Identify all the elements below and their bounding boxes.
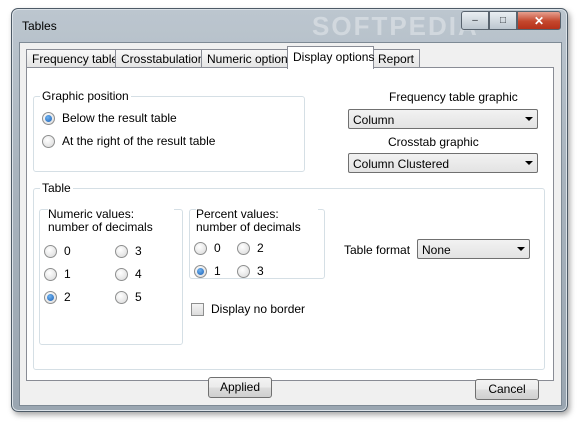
radio-button[interactable] [115, 244, 128, 258]
radio-button[interactable] [237, 264, 250, 278]
radio-right-of-result-table[interactable]: At the right of the result table [42, 134, 215, 148]
radio-button[interactable] [42, 134, 55, 148]
tab-label: Numeric options [207, 52, 294, 66]
radio-label: 2 [64, 290, 71, 304]
radio-label: 4 [135, 267, 142, 281]
crosstab-graphic-select[interactable]: Column Clustered [348, 153, 538, 173]
percent-values-group: Percent values: number of decimals 0 1 2… [189, 208, 325, 279]
minimize-icon: – [472, 15, 478, 26]
radio-button[interactable] [194, 241, 207, 255]
applied-button[interactable]: Applied [208, 377, 272, 398]
minimize-button[interactable]: – [461, 11, 489, 30]
maximize-button[interactable]: □ [489, 11, 517, 30]
tab-display-options[interactable]: Display options [287, 46, 374, 69]
tab-numeric-options[interactable]: Numeric options [201, 49, 294, 68]
frequency-graphic-select[interactable]: Column [348, 109, 538, 129]
numeric-decimals-3[interactable]: 3 [115, 244, 142, 258]
chevron-down-icon [525, 161, 533, 165]
radio-label: 0 [64, 244, 71, 258]
checkbox-label: Display no border [211, 302, 306, 316]
maximize-icon: □ [499, 15, 507, 26]
tab-label: Frequency table [32, 52, 119, 66]
numeric-values-label: Numeric values: number of decimals [48, 208, 174, 234]
percent-values-label: Percent values: number of decimals [196, 208, 318, 234]
tab-label: Display options [293, 50, 375, 64]
crosstab-graphic-label: Crosstab graphic [388, 135, 479, 149]
tab-report[interactable]: Report [372, 49, 420, 68]
radio-below-result-table[interactable]: Below the result table [42, 111, 177, 125]
radio-button[interactable] [42, 111, 55, 125]
graphic-position-label: Graphic position [40, 89, 131, 103]
watermark: SOFTPEDIA [312, 11, 479, 41]
table-format-label: Table format [344, 243, 411, 257]
tab-crosstabulation[interactable]: Crosstabulation [115, 49, 205, 68]
cancel-button[interactable]: Cancel [475, 379, 539, 400]
table-format-value: None [422, 243, 451, 257]
table-format-select[interactable]: None [417, 239, 530, 259]
tables-dialog: Tables SOFTPEDIA – □ ✕ Frequency table C… [11, 8, 568, 412]
radio-button[interactable] [44, 290, 57, 304]
numeric-values-group: Numeric values: number of decimals 0 1 2… [39, 208, 183, 345]
radio-button[interactable] [115, 267, 128, 281]
percent-decimals-1[interactable]: 1 [194, 264, 221, 278]
dialog-client-area: Frequency table Crosstabulation Numeric … [19, 42, 562, 406]
radio-button[interactable] [44, 267, 57, 281]
display-no-border-checkbox[interactable]: Display no border [191, 302, 305, 316]
tab-label: Crosstabulation [121, 52, 205, 66]
table-group-label: Table [40, 181, 73, 195]
display-options-panel: Graphic position Below the result table … [26, 67, 554, 381]
radio-label: At the right of the result table [62, 134, 216, 148]
title-bar[interactable]: Tables SOFTPEDIA – □ ✕ [12, 9, 567, 41]
window-title: Tables [22, 19, 57, 33]
tab-label: Report [378, 52, 415, 66]
close-icon: ✕ [533, 13, 545, 28]
percent-decimals-3[interactable]: 3 [237, 264, 264, 278]
percent-decimals-2[interactable]: 2 [237, 241, 264, 255]
radio-label: 1 [214, 264, 221, 278]
caption-buttons: – □ ✕ [461, 11, 561, 30]
radio-button[interactable] [44, 244, 57, 258]
radio-label: 1 [64, 267, 71, 281]
radio-label: Below the result table [62, 111, 177, 125]
numeric-decimals-0[interactable]: 0 [44, 244, 71, 258]
radio-button[interactable] [237, 241, 250, 255]
tab-frequency-table[interactable]: Frequency table [26, 49, 119, 68]
frequency-graphic-value: Column [353, 113, 395, 127]
chevron-down-icon [525, 117, 533, 121]
radio-label: 2 [257, 241, 264, 255]
radio-label: 0 [214, 241, 221, 255]
percent-decimals-0[interactable]: 0 [194, 241, 221, 255]
close-button[interactable]: ✕ [517, 11, 561, 30]
crosstab-graphic-value: Column Clustered [353, 157, 450, 171]
chevron-down-icon [517, 247, 525, 251]
numeric-decimals-4[interactable]: 4 [115, 267, 142, 281]
checkbox-box[interactable] [191, 302, 204, 316]
numeric-decimals-5[interactable]: 5 [115, 290, 142, 304]
radio-label: 3 [257, 264, 264, 278]
graphic-position-group: Graphic position Below the result table … [33, 89, 305, 172]
radio-label: 5 [135, 290, 142, 304]
radio-button[interactable] [115, 290, 128, 304]
numeric-decimals-1[interactable]: 1 [44, 267, 71, 281]
radio-label: 3 [135, 244, 142, 258]
frequency-graphic-label: Frequency table graphic [389, 90, 518, 104]
radio-button[interactable] [194, 264, 207, 278]
table-group: Table Numeric values: number of decimals… [33, 181, 545, 370]
numeric-decimals-2[interactable]: 2 [44, 290, 71, 304]
